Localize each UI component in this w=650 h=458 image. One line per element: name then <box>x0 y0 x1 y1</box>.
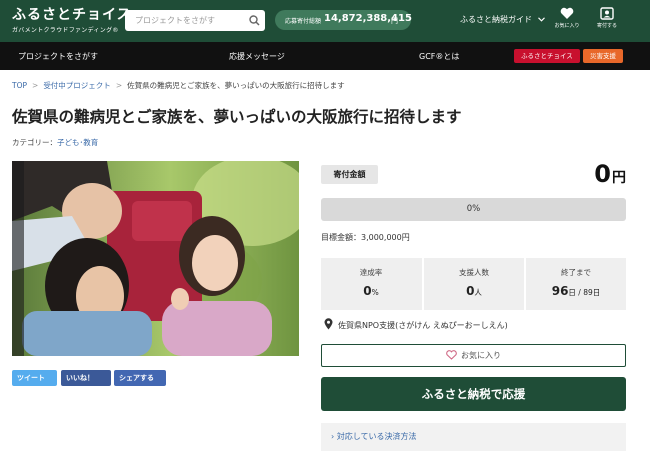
donation-amount: 0円 <box>594 160 626 188</box>
like-button[interactable]: いいね！ <box>61 370 111 386</box>
stat-supporters-value: 0人 <box>466 284 482 298</box>
heart-outline-icon <box>446 350 457 360</box>
search-box[interactable]: プロジェクトをさがす <box>125 10 265 31</box>
favorites-link[interactable]: お気に入り <box>552 7 582 29</box>
stat-supporters-label: 支援人数 <box>459 268 489 277</box>
logo-sub-text: ガバメントクラウドファンディング® <box>12 27 119 34</box>
organization-name: 佐賀県NPO支援(さがけん えぬぴーおーしえん) <box>338 321 508 330</box>
breadcrumb-separator: > <box>115 81 123 90</box>
breadcrumb-top[interactable]: TOP <box>12 81 27 90</box>
category-link[interactable]: 子ども･教育 <box>57 138 98 147</box>
stat-achievement: 達成率 0% <box>321 258 421 310</box>
total-donations-amount: 14,872,388,415 <box>324 13 412 24</box>
page-title: 佐賀県の難病児とご家族を、夢いっぱいの大阪旅行に招待します <box>12 108 462 126</box>
project-photo <box>12 161 299 356</box>
breadcrumb: TOP > 受付中プロジェクト > 佐賀県の難病児とご家族を、夢いっぱいの大阪旅行に招待… <box>12 80 345 91</box>
like-label: いいね！ <box>66 374 94 382</box>
payment-methods-label: 対応している決済方法 <box>336 432 417 441</box>
search-icon <box>249 15 260 26</box>
stat-remaining-label: 終了まで <box>561 268 591 277</box>
stat-remaining: 終了まで 96日 / 89日 <box>526 258 626 310</box>
nav-furusato-choice[interactable]: ふるさとチョイス <box>514 49 580 63</box>
gift-icon <box>600 7 614 20</box>
furusato-guide-menu[interactable]: ふるさと納税ガイド <box>460 14 545 25</box>
breadcrumb-separator: > <box>32 81 39 90</box>
favorites-label: お気に入り <box>554 23 580 29</box>
payment-methods-toggle[interactable]: › 対応している決済方法 <box>321 423 626 451</box>
chevron-down-icon <box>537 15 545 24</box>
nav-gcf-about[interactable]: GCF®とは <box>419 51 459 62</box>
stats-panel: 達成率 0% 支援人数 0人 終了まで 96日 / 89日 <box>321 258 626 310</box>
stat-supporters: 支援人数 0人 <box>424 258 524 310</box>
top-header: ふるさとチョイス ガバメントクラウドファンディング® プロジェクトをさがす 応募… <box>0 0 650 42</box>
stat-achievement-value: 0% <box>363 284 379 298</box>
support-button[interactable]: ふるさと納税で応援 <box>321 377 626 411</box>
donation-amount-unit: 円 <box>612 170 626 186</box>
category-label: カテゴリー： <box>12 138 57 147</box>
funding-progress-bar: 0% <box>321 198 626 221</box>
heart-icon <box>560 7 574 19</box>
stat-achievement-label: 達成率 <box>359 268 383 277</box>
stat-remaining-value: 96日 / 89日 <box>551 284 601 298</box>
site-logo[interactable]: ふるさとチョイス ガバメントクラウドファンディング® <box>12 7 132 34</box>
chevron-right-icon: › <box>331 432 335 441</box>
main-nav: プロジェクトをさがす 応援メッセージ GCF®とは ふるさとチョイス 災害支援 <box>0 42 650 70</box>
total-donations-label: 応募寄付総額 <box>285 18 322 25</box>
search-placeholder[interactable]: プロジェクトをさがす <box>135 15 215 26</box>
breadcrumb-open-projects[interactable]: 受付中プロジェクト <box>43 81 111 90</box>
tweet-label: ツイート <box>17 374 45 382</box>
donation-amount-label: 寄付金額 <box>321 165 378 184</box>
favorite-button[interactable]: お気に入り <box>321 344 626 367</box>
total-donations-unit: 円 <box>391 17 398 25</box>
total-donations-badge: 応募寄付総額 14,872,388,415 円 <box>275 10 412 30</box>
donation-amount-value: 0 <box>594 160 611 188</box>
logo-main-text: ふるさとチョイス <box>12 7 132 23</box>
breadcrumb-current: 佐賀県の難病児とご家族を、夢いっぱいの大阪旅行に招待します <box>127 81 345 90</box>
goal-amount: 目標金額：3,000,000円 <box>321 233 410 242</box>
search-button[interactable] <box>245 10 265 31</box>
nav-messages[interactable]: 応援メッセージ <box>229 51 285 62</box>
donated-label: 寄付する <box>596 23 617 29</box>
share-button[interactable]: シェアする <box>114 370 166 386</box>
tweet-button[interactable]: ツイート <box>12 370 57 386</box>
donated-link[interactable]: 寄付する <box>592 7 622 29</box>
category-line: カテゴリー：子ども･教育 <box>12 137 98 148</box>
progress-percent: 0% <box>466 204 481 214</box>
favorite-label: お気に入り <box>461 351 501 360</box>
nav-disaster-support[interactable]: 災害支援 <box>583 49 623 63</box>
guide-label: ふるさと納税ガイド <box>460 15 532 24</box>
organization[interactable]: 佐賀県NPO支援(さがけん えぬぴーおーしえん) <box>324 318 508 331</box>
map-pin-icon <box>324 318 333 330</box>
share-label: シェアする <box>119 374 154 382</box>
nav-find-projects[interactable]: プロジェクトをさがす <box>18 51 98 62</box>
